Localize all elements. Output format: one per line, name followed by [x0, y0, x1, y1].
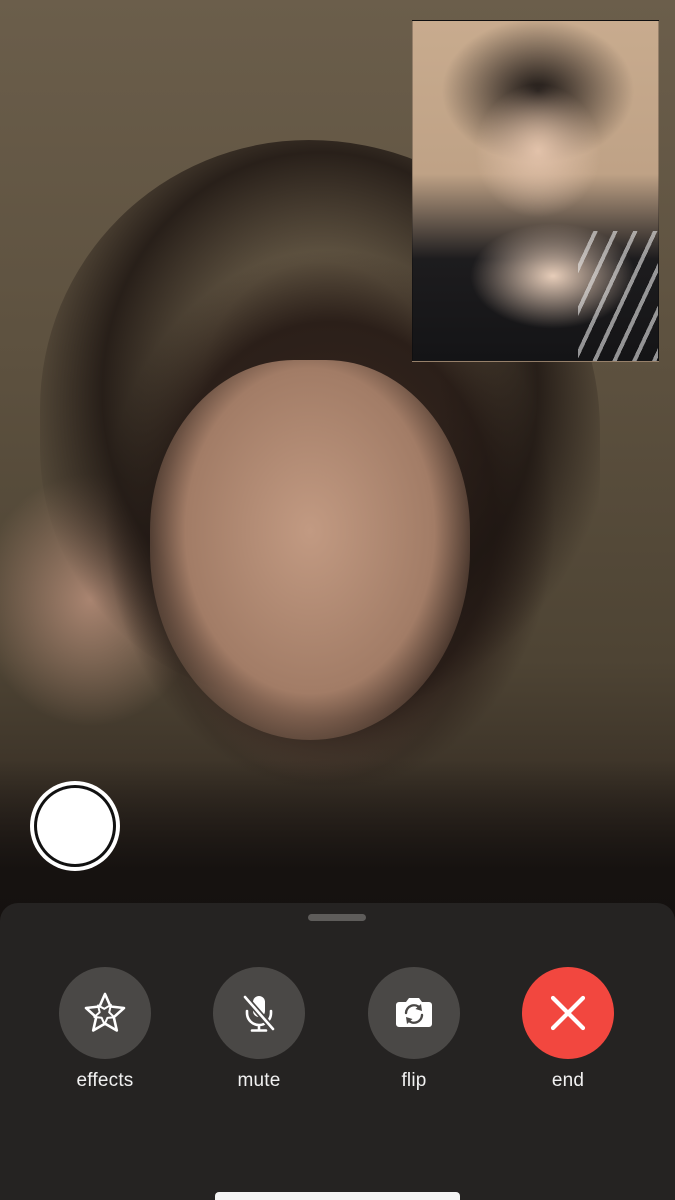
home-indicator[interactable] [215, 1192, 460, 1200]
camera-flip-icon [396, 998, 432, 1027]
end-call-button[interactable]: end [508, 967, 628, 1093]
remote-person-face [150, 360, 470, 740]
flip-camera-button[interactable]: flip [354, 967, 474, 1093]
shutter-icon [37, 788, 113, 864]
mute-button[interactable]: mute [199, 967, 319, 1093]
microphone-muted-icon [242, 995, 276, 1032]
facetime-call-screen: effects mute flip end [0, 0, 675, 1200]
flip-label: flip [401, 1070, 427, 1091]
effects-button[interactable]: effects [45, 967, 165, 1093]
self-view-pip[interactable] [412, 20, 659, 362]
end-button-circle[interactable] [522, 967, 614, 1059]
star-effects-icon [84, 992, 126, 1032]
effects-label: effects [76, 1070, 134, 1091]
capture-live-photo-button[interactable] [30, 781, 120, 871]
self-view-jacket-stripes [578, 231, 658, 361]
call-control-panel: effects mute flip end [0, 903, 675, 1200]
panel-grabber-handle[interactable] [308, 914, 366, 921]
flip-button-circle[interactable] [368, 967, 460, 1059]
mute-button-circle[interactable] [213, 967, 305, 1059]
end-label: end [551, 1070, 585, 1091]
mute-label: mute [237, 1070, 281, 1091]
effects-button-circle[interactable] [59, 967, 151, 1059]
close-x-icon [550, 995, 586, 1031]
